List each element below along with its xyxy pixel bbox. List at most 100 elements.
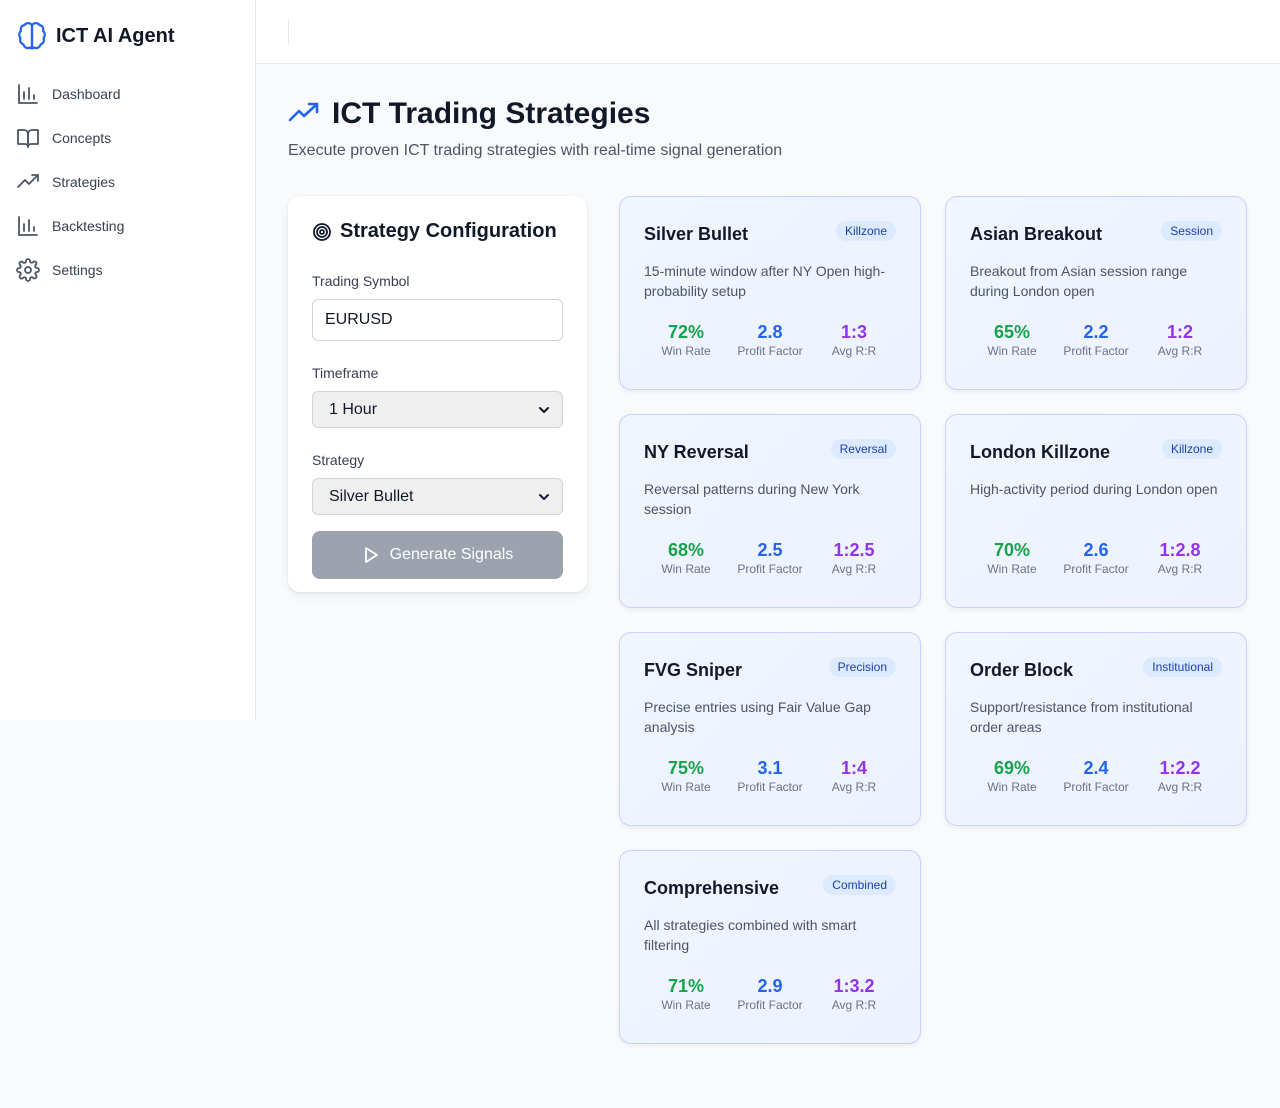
avg-rr-value: 1:2.2 xyxy=(1159,758,1201,778)
symbol-input[interactable] xyxy=(312,299,563,341)
strategy-badge: Killzone xyxy=(1161,439,1222,459)
avg-rr-value: 1:4 xyxy=(840,758,867,778)
chevron-down-icon xyxy=(539,493,549,500)
strategy-label: Strategy xyxy=(312,452,365,468)
avg-rr-label: Avg R:R xyxy=(1157,562,1203,576)
strategy-card[interactable]: Comprehensive Combined All strategies co… xyxy=(619,850,921,1044)
win-rate-label: Win Rate xyxy=(661,562,711,576)
win-rate-value: 72% xyxy=(667,322,705,342)
strategy-card[interactable]: Asian Breakout Session Breakout from Asi… xyxy=(945,196,1247,390)
strategy-metrics: 69% Win Rate 2.4 Profit Factor 1:2.2 Avg… xyxy=(970,757,1222,794)
win-rate-metric: 70% Win Rate xyxy=(972,539,1052,576)
sidebar-item-backtesting[interactable]: Backtesting xyxy=(0,204,255,248)
win-rate-label: Win Rate xyxy=(661,998,711,1012)
timeframe-select[interactable]: 1 Hour xyxy=(312,391,563,428)
win-rate-value: 75% xyxy=(667,758,705,778)
page-header: ICT Trading Strategies xyxy=(288,96,1248,132)
strategy-metrics: 70% Win Rate 2.6 Profit Factor 1:2.8 Avg… xyxy=(970,539,1222,576)
profit-factor-metric: 2.6 Profit Factor xyxy=(1056,539,1136,576)
profit-factor-metric: 2.9 Profit Factor xyxy=(730,975,810,1012)
win-rate-label: Win Rate xyxy=(661,780,711,794)
strategy-card[interactable]: London Killzone Killzone High-activity p… xyxy=(945,414,1247,608)
sidebar-item-dashboard[interactable]: Dashboard xyxy=(0,72,255,116)
sidebar-item-settings[interactable]: Settings xyxy=(0,248,255,292)
strategy-config-panel: Strategy Configuration Trading Symbol Ti… xyxy=(288,196,587,592)
strategy-card[interactable]: NY Reversal Reversal Reversal patterns d… xyxy=(619,414,921,608)
profit-factor-label: Profit Factor xyxy=(737,562,803,576)
avg-rr-label: Avg R:R xyxy=(1157,344,1203,358)
win-rate-metric: 68% Win Rate xyxy=(646,539,726,576)
strategy-card-header: London Killzone Killzone xyxy=(970,439,1222,465)
target-icon xyxy=(313,222,331,241)
win-rate-label: Win Rate xyxy=(987,780,1037,794)
strategy-description: All strategies combined with smart filte… xyxy=(644,917,857,953)
generate-signals-label: Generate Signals xyxy=(389,546,514,563)
page-title: ICT Trading Strategies xyxy=(332,97,651,130)
strategy-description: Precise entries using Fair Value Gap ana… xyxy=(644,699,871,735)
profit-factor-value: 2.6 xyxy=(1083,540,1109,560)
profit-factor-label: Profit Factor xyxy=(1063,562,1129,576)
strategy-metrics: 68% Win Rate 2.5 Profit Factor 1:2.5 Avg… xyxy=(644,539,896,576)
strategy-badge: Reversal xyxy=(830,439,896,459)
strategy-value: Silver Bullet xyxy=(329,487,414,505)
win-rate-metric: 75% Win Rate xyxy=(646,757,726,794)
sidebar: ICT AI Agent Dashboard Concepts Strategi… xyxy=(0,0,256,720)
strategy-select[interactable]: Silver Bullet xyxy=(312,478,563,515)
win-rate-label: Win Rate xyxy=(987,562,1037,576)
top-bar xyxy=(256,0,1280,64)
strategy-name: Order Block xyxy=(970,660,1074,680)
avg-rr-metric: 1:2.2 Avg R:R xyxy=(1140,757,1220,794)
strategy-description: High-activity period during London open xyxy=(970,481,1218,497)
bar-chart-icon xyxy=(18,84,38,104)
profit-factor-label: Profit Factor xyxy=(737,998,803,1012)
timeframe-label: Timeframe xyxy=(312,365,379,381)
sidebar-nav: Dashboard Concepts Strategies Backtestin… xyxy=(0,72,255,292)
avg-rr-label: Avg R:R xyxy=(831,562,877,576)
profit-factor-label: Profit Factor xyxy=(737,780,803,794)
sidebar-item-label: Concepts xyxy=(52,130,112,146)
win-rate-metric: 69% Win Rate xyxy=(972,757,1052,794)
strategy-card[interactable]: FVG Sniper Precision Precise entries usi… xyxy=(619,632,921,826)
strategy-badge: Institutional xyxy=(1143,657,1222,677)
win-rate-label: Win Rate xyxy=(661,344,711,358)
win-rate-value: 70% xyxy=(993,540,1031,560)
avg-rr-metric: 1:2.5 Avg R:R xyxy=(814,539,894,576)
timeframe-value: 1 Hour xyxy=(329,400,378,418)
avg-rr-metric: 1:3.2 Avg R:R xyxy=(814,975,894,1012)
strategy-name: London Killzone xyxy=(970,442,1110,462)
strategy-name: Silver Bullet xyxy=(644,224,749,244)
profit-factor-metric: 2.5 Profit Factor xyxy=(730,539,810,576)
strategy-badge: Combined xyxy=(823,875,896,895)
profit-factor-value: 3.1 xyxy=(757,758,783,778)
config-title: Strategy Configuration xyxy=(340,220,557,242)
strategy-card[interactable]: Silver Bullet Killzone 15-minute window … xyxy=(619,196,921,390)
play-icon xyxy=(364,547,378,563)
sidebar-item-strategies[interactable]: Strategies xyxy=(0,160,255,204)
avg-rr-value: 1:2.5 xyxy=(833,540,875,560)
profit-factor-metric: 2.8 Profit Factor xyxy=(730,321,810,358)
win-rate-value: 65% xyxy=(993,322,1031,342)
generate-signals-button[interactable]: Generate Signals xyxy=(312,531,563,579)
strategy-card[interactable]: Order Block Institutional Support/resist… xyxy=(945,632,1247,826)
avg-rr-metric: 1:3 Avg R:R xyxy=(814,321,894,358)
app-title: ICT AI Agent xyxy=(56,24,175,47)
page-subtitle: Execute proven ICT trading strategies wi… xyxy=(288,142,783,159)
win-rate-value: 68% xyxy=(667,540,705,560)
avg-rr-value: 1:2 xyxy=(1166,322,1193,342)
sidebar-item-label: Backtesting xyxy=(52,218,125,234)
strategy-description: Support/resistance from institutional or… xyxy=(970,699,1193,735)
strategy-description: 15-minute window after NY Open high-prob… xyxy=(644,263,885,299)
profit-factor-metric: 2.2 Profit Factor xyxy=(1056,321,1136,358)
brand[interactable]: ICT AI Agent xyxy=(0,0,255,72)
strategy-metrics: 71% Win Rate 2.9 Profit Factor 1:3.2 Avg… xyxy=(644,975,896,1012)
sidebar-item-label: Strategies xyxy=(52,174,116,190)
strategy-badge: Killzone xyxy=(835,221,896,241)
brain-icon xyxy=(18,22,46,50)
symbol-label: Trading Symbol xyxy=(312,273,410,289)
strategy-description: Breakout from Asian session range during… xyxy=(970,263,1188,299)
avg-rr-value: 1:3.2 xyxy=(833,976,875,996)
sidebar-item-concepts[interactable]: Concepts xyxy=(0,116,255,160)
strategy-card-header: Comprehensive Combined xyxy=(644,875,896,901)
strategy-card-header: NY Reversal Reversal xyxy=(644,439,896,465)
profit-factor-metric: 2.4 Profit Factor xyxy=(1056,757,1136,794)
